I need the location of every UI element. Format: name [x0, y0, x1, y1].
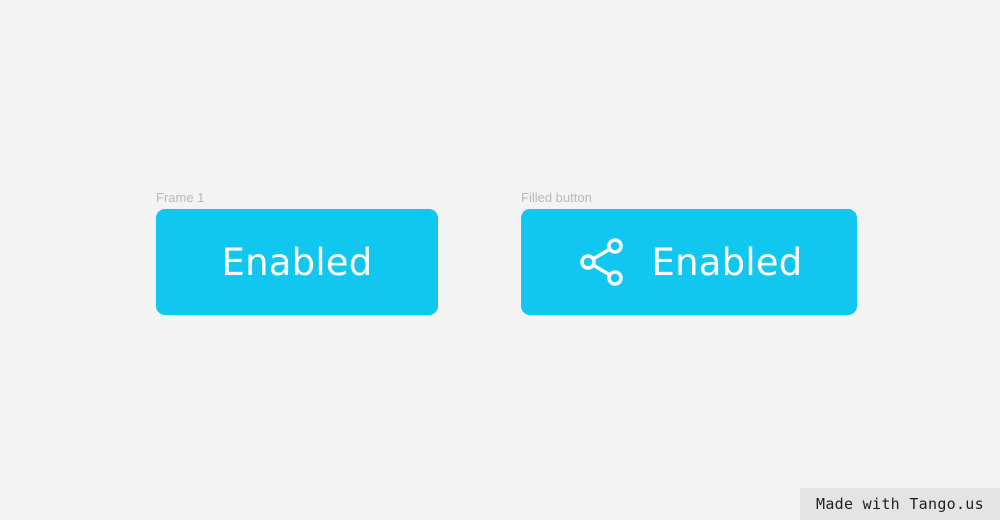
filled-share-button-label: Enabled [651, 240, 803, 284]
tango-watermark: Made with Tango.us [800, 488, 1000, 520]
frame-1-label: Frame 1 [156, 190, 205, 205]
enabled-button[interactable]: Enabled [156, 209, 438, 315]
enabled-button-label: Enabled [221, 240, 373, 284]
share-icon [576, 236, 628, 288]
filled-share-button[interactable]: Enabled [521, 209, 857, 315]
filled-button-frame-label: Filled button [521, 190, 592, 205]
